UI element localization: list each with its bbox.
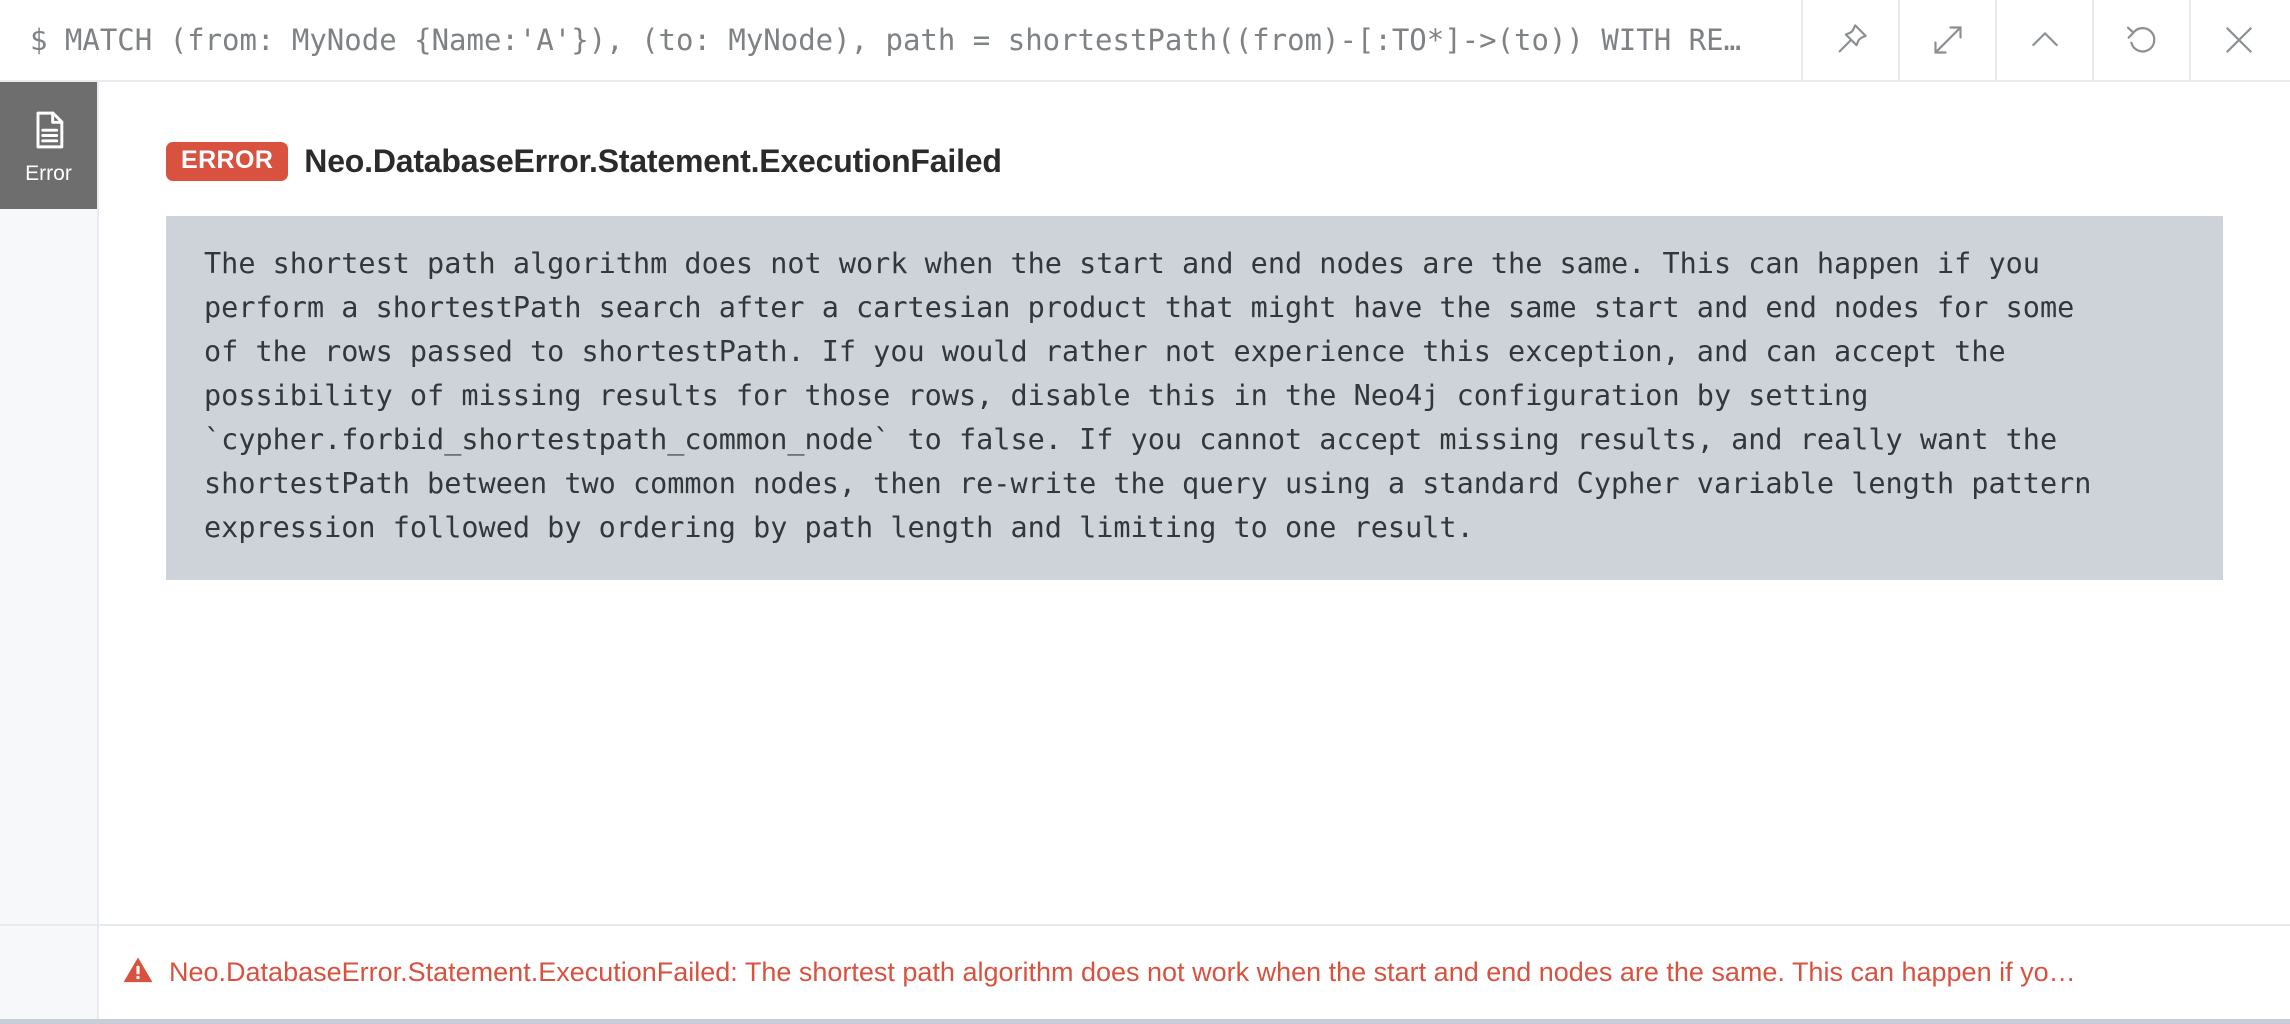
result-sidebar: Error xyxy=(0,82,99,924)
chevron-up-icon xyxy=(2025,20,2065,60)
status-bar: Neo.DatabaseError.Statement.ExecutionFai… xyxy=(0,924,2290,1019)
pin-button[interactable] xyxy=(1801,0,1898,80)
status-message-area[interactable]: Neo.DatabaseError.Statement.ExecutionFai… xyxy=(99,926,2290,1019)
sidebar-item-error[interactable]: Error xyxy=(0,82,97,209)
status-badge: ERROR xyxy=(166,142,289,181)
query-header-bar: $ MATCH (from: MyNode {Name:'A'}), (to: … xyxy=(0,0,2290,82)
status-bar-gutter xyxy=(0,926,99,1019)
page-title: Neo.DatabaseError.Statement.ExecutionFai… xyxy=(304,143,1002,179)
expand-button[interactable] xyxy=(1898,0,1995,80)
bottom-divider xyxy=(0,1019,2290,1024)
document-icon xyxy=(27,108,71,157)
collapse-button[interactable] xyxy=(1995,0,2092,80)
error-message-text: The shortest path algorithm does not wor… xyxy=(204,247,2092,544)
status-message-text: Neo.DatabaseError.Statement.ExecutionFai… xyxy=(169,957,2076,987)
close-button[interactable] xyxy=(2189,0,2290,80)
expand-arrows-icon xyxy=(1928,20,1968,60)
query-result-panel: $ MATCH (from: MyNode {Name:'A'}), (to: … xyxy=(0,0,2290,1024)
pin-icon xyxy=(1831,20,1871,60)
sidebar-item-label: Error xyxy=(25,161,72,185)
query-text: $ MATCH (from: MyNode {Name:'A'}), (to: … xyxy=(30,23,1742,57)
close-icon xyxy=(2219,20,2259,60)
header-toolbar xyxy=(1801,0,2290,80)
result-body: Error ERROR Neo.DatabaseError.Statement.… xyxy=(0,82,2290,924)
refresh-icon xyxy=(2122,20,2162,60)
rerun-button[interactable] xyxy=(2092,0,2189,80)
error-heading: ERROR Neo.DatabaseError.Statement.Execut… xyxy=(99,82,2290,181)
error-message-block: The shortest path algorithm does not wor… xyxy=(166,216,2223,580)
error-content: ERROR Neo.DatabaseError.Statement.Execut… xyxy=(99,82,2290,924)
query-display[interactable]: $ MATCH (from: MyNode {Name:'A'}), (to: … xyxy=(0,0,1801,80)
warning-triangle-icon xyxy=(121,953,155,992)
